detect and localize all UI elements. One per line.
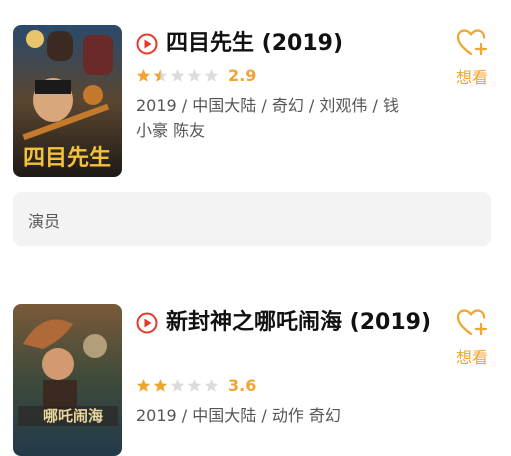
poster-title: 四目先生 — [23, 146, 111, 171]
poster-title: 哪吒闹海 — [43, 407, 103, 425]
heart-plus-icon — [456, 309, 488, 336]
star-filled-icon — [136, 68, 151, 82]
movie-title[interactable]: 四目先生 (2019) — [166, 29, 456, 59]
star-rating — [136, 378, 219, 393]
play-circle-icon — [136, 312, 158, 334]
movie-title-row[interactable]: 新封神之哪吒闹海 (2019) — [136, 308, 456, 338]
want-to-watch-label: 想看 — [455, 68, 488, 87]
star-rating — [136, 68, 219, 83]
star-half-icon — [153, 68, 168, 82]
poster-image: 哪吒闹海 — [13, 304, 122, 456]
want-to-watch-button[interactable]: 想看 — [450, 308, 494, 368]
movie-poster[interactable]: 四目先生 — [13, 25, 122, 177]
rating-score: 2.9 — [228, 66, 257, 85]
movie-poster[interactable]: 哪吒闹海 — [13, 304, 122, 456]
movie-title-row[interactable]: 四目先生 (2019) — [136, 29, 456, 59]
rating-row: 3.6 — [136, 376, 256, 395]
star-empty-icon — [187, 68, 202, 82]
rating-score: 3.6 — [228, 376, 257, 395]
star-empty-icon — [170, 68, 185, 82]
play-circle-icon — [136, 33, 158, 55]
star-filled-icon — [153, 378, 168, 392]
movie-title[interactable]: 新封神之哪吒闹海 (2019) — [166, 308, 456, 338]
actors-section[interactable]: 演员 — [13, 192, 491, 246]
movie-meta: 2019 / 中国大陆 / 动作 奇幻 — [136, 406, 341, 425]
movie-meta: 2019 / 中国大陆 / 奇幻 / 刘观伟 / 钱小豪 陈友 — [136, 96, 399, 140]
star-empty-icon — [204, 378, 219, 392]
star-empty-icon — [170, 378, 185, 392]
heart-plus-icon — [456, 29, 488, 56]
poster-image: 四目先生 — [13, 25, 122, 177]
star-filled-icon — [136, 378, 151, 392]
want-to-watch-button[interactable]: 想看 — [450, 28, 494, 88]
rating-row: 2.9 — [136, 66, 256, 85]
want-to-watch-label: 想看 — [455, 348, 488, 367]
actors-label: 演员 — [28, 212, 61, 231]
star-empty-icon — [187, 378, 202, 392]
star-empty-icon — [204, 68, 219, 82]
